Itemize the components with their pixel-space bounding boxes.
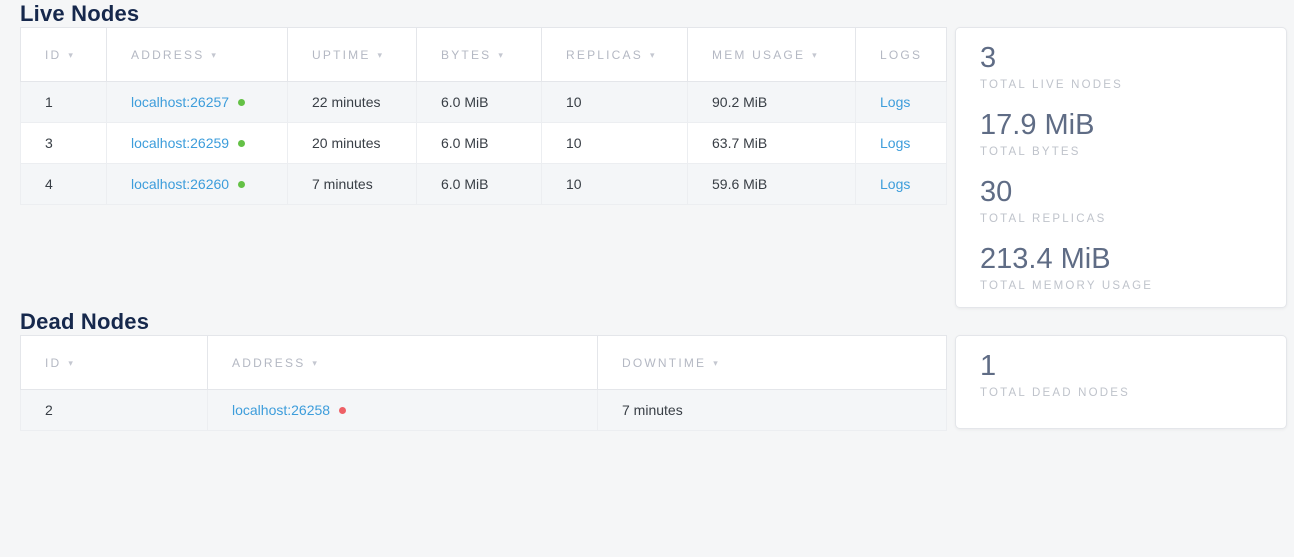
cell-node-id: 1 — [21, 82, 107, 123]
cell-replicas: 10 — [542, 123, 688, 164]
sort-arrow-icon: ▾ — [211, 50, 218, 60]
column-header-replicas[interactable]: REPLICAS ▾ — [542, 28, 688, 82]
cell-mem-usage: 90.2 MiB — [688, 82, 856, 123]
sort-arrow-icon: ▾ — [68, 50, 75, 60]
table-row: 4 localhost:26260 7 minutes 6.0 MiB 10 5… — [21, 164, 947, 205]
cell-node-id: 3 — [21, 123, 107, 164]
stat-value: 213.4 MiB — [980, 242, 1262, 276]
stat-value: 3 — [980, 41, 1262, 75]
column-header-bytes[interactable]: BYTES ▾ — [417, 28, 542, 82]
sort-arrow-icon: ▾ — [498, 50, 505, 60]
table-row: 3 localhost:26259 20 minutes 6.0 MiB 10 … — [21, 123, 947, 164]
cell-mem-usage: 63.7 MiB — [688, 123, 856, 164]
column-header-address[interactable]: ADDRESS ▾ — [107, 28, 288, 82]
cell-logs: Logs — [856, 82, 947, 123]
cluster-overview-page: Live Nodes ID ▾ ADDRESS ▾ UPTIME ▾ BYTES ▾ R… — [0, 0, 1294, 431]
column-header-label: REPLICAS — [566, 48, 643, 62]
cell-logs: Logs — [856, 164, 947, 205]
cell-bytes: 6.0 MiB — [417, 123, 542, 164]
cell-bytes: 6.0 MiB — [417, 164, 542, 205]
dead-summary-card: 1 TOTAL DEAD NODES — [955, 335, 1287, 429]
cell-node-address: localhost:26258 — [208, 390, 598, 431]
live-nodes-table: ID ▾ ADDRESS ▾ UPTIME ▾ BYTES ▾ REPLICAS ▾ ME… — [20, 27, 947, 205]
column-header-label: BYTES — [441, 48, 491, 62]
node-address-link[interactable]: localhost:26257 — [131, 94, 229, 110]
dead-nodes-table: ID ▾ ADDRESS ▾ DOWNTIME ▾ 2 localhost:26258… — [20, 335, 947, 431]
live-status-icon — [238, 140, 245, 147]
live-nodes-title: Live Nodes — [20, 0, 1294, 27]
stat-label: TOTAL REPLICAS — [980, 213, 1262, 225]
column-header-label: ID — [45, 356, 61, 370]
live-table-header-row: ID ▾ ADDRESS ▾ UPTIME ▾ BYTES ▾ REPLICAS ▾ ME… — [21, 28, 947, 82]
summary-stat-total-bytes: 17.9 MiB TOTAL BYTES — [980, 108, 1262, 158]
cell-logs: Logs — [856, 123, 947, 164]
column-header-label: ADDRESS — [232, 356, 305, 370]
stat-label: TOTAL BYTES — [980, 146, 1262, 158]
dead-table-header-row: ID ▾ ADDRESS ▾ DOWNTIME ▾ — [21, 336, 947, 390]
logs-link[interactable]: Logs — [880, 94, 910, 110]
stat-label: TOTAL DEAD NODES — [980, 387, 1262, 399]
sort-arrow-icon: ▾ — [312, 358, 319, 368]
stat-label: TOTAL MEMORY USAGE — [980, 280, 1262, 292]
sort-arrow-icon: ▾ — [812, 50, 819, 60]
live-status-icon — [238, 181, 245, 188]
live-status-icon — [238, 99, 245, 106]
live-nodes-section: Live Nodes ID ▾ ADDRESS ▾ UPTIME ▾ BYTES ▾ R… — [20, 0, 1294, 308]
sort-arrow-icon: ▾ — [650, 50, 657, 60]
column-header-logs: LOGS — [856, 28, 947, 82]
stat-value: 1 — [980, 349, 1262, 383]
table-row: 1 localhost:26257 22 minutes 6.0 MiB 10 … — [21, 82, 947, 123]
column-header-downtime[interactable]: DOWNTIME ▾ — [598, 336, 947, 390]
cell-replicas: 10 — [542, 164, 688, 205]
column-header-id[interactable]: ID ▾ — [21, 336, 208, 390]
column-header-label: DOWNTIME — [622, 356, 706, 370]
summary-stat-total-memory-usage: 213.4 MiB TOTAL MEMORY USAGE — [980, 242, 1262, 292]
column-header-label: MEM USAGE — [712, 48, 805, 62]
dead-status-icon — [339, 407, 346, 414]
dead-nodes-title: Dead Nodes — [20, 308, 1294, 335]
cell-downtime: 7 minutes — [598, 390, 947, 431]
sort-arrow-icon: ▾ — [713, 358, 720, 368]
node-address-link[interactable]: localhost:26260 — [131, 176, 229, 192]
node-address-link[interactable]: localhost:26258 — [232, 402, 330, 418]
cell-node-address: localhost:26260 — [107, 164, 288, 205]
cell-bytes: 6.0 MiB — [417, 82, 542, 123]
cell-node-id: 4 — [21, 164, 107, 205]
summary-stat-total-dead-nodes: 1 TOTAL DEAD NODES — [980, 349, 1262, 399]
column-header-label: ADDRESS — [131, 48, 204, 62]
cell-replicas: 10 — [542, 82, 688, 123]
column-header-label: UPTIME — [312, 48, 371, 62]
stat-label: TOTAL LIVE NODES — [980, 79, 1262, 91]
cell-mem-usage: 59.6 MiB — [688, 164, 856, 205]
column-header-mem-usage[interactable]: MEM USAGE ▾ — [688, 28, 856, 82]
sort-arrow-icon: ▾ — [68, 358, 75, 368]
node-address-link[interactable]: localhost:26259 — [131, 135, 229, 151]
live-summary-card: 3 TOTAL LIVE NODES 17.9 MiB TOTAL BYTES … — [955, 27, 1287, 308]
stat-value: 30 — [980, 175, 1262, 209]
cell-node-address: localhost:26259 — [107, 123, 288, 164]
column-header-label: ID — [45, 48, 61, 62]
logs-link[interactable]: Logs — [880, 135, 910, 151]
column-header-label: LOGS — [880, 48, 922, 62]
column-header-uptime[interactable]: UPTIME ▾ — [288, 28, 417, 82]
stat-value: 17.9 MiB — [980, 108, 1262, 142]
column-header-id[interactable]: ID ▾ — [21, 28, 107, 82]
cell-node-address: localhost:26257 — [107, 82, 288, 123]
cell-node-id: 2 — [21, 390, 208, 431]
cell-uptime: 22 minutes — [288, 82, 417, 123]
logs-link[interactable]: Logs — [880, 176, 910, 192]
cell-uptime: 7 minutes — [288, 164, 417, 205]
summary-stat-total-replicas: 30 TOTAL REPLICAS — [980, 175, 1262, 225]
column-header-address[interactable]: ADDRESS ▾ — [208, 336, 598, 390]
table-row: 2 localhost:26258 7 minutes — [21, 390, 947, 431]
summary-stat-total-live-nodes: 3 TOTAL LIVE NODES — [980, 41, 1262, 91]
sort-arrow-icon: ▾ — [378, 50, 385, 60]
cell-uptime: 20 minutes — [288, 123, 417, 164]
dead-nodes-section: Dead Nodes ID▾ ADDRESS▾ DOWNTIME▾ 2 loc — [20, 308, 1294, 431]
